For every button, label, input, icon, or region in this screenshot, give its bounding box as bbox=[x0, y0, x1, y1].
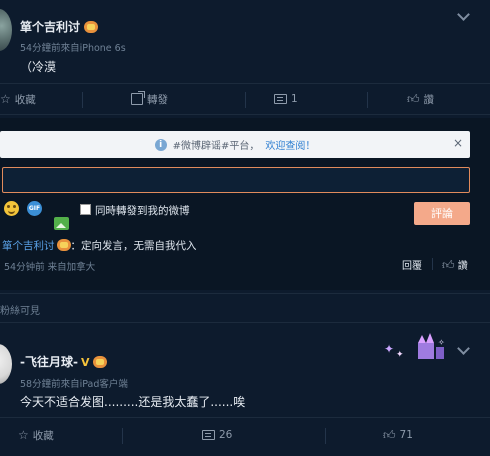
favorite-label: 收藏 bbox=[14, 93, 36, 106]
notice-text[interactable]: #微博辟谣#平台， bbox=[173, 137, 260, 152]
post-header: 箪个吉利讨 bbox=[20, 16, 99, 35]
favorite-label: 收藏 bbox=[32, 429, 54, 442]
username[interactable]: -飞往月球- bbox=[20, 355, 78, 369]
vip-crown-icon bbox=[93, 356, 108, 368]
comment-input[interactable] bbox=[2, 167, 470, 193]
comment-button[interactable]: 26 bbox=[202, 420, 232, 450]
chevron-down-icon[interactable] bbox=[457, 8, 470, 21]
divider bbox=[122, 428, 123, 444]
repost-checkbox[interactable] bbox=[80, 204, 91, 215]
star-icon: ☆ bbox=[0, 92, 11, 106]
comment-item: 箪个吉利讨 ：定向发言，无需自我代入 bbox=[2, 238, 197, 253]
comment-icon bbox=[274, 94, 287, 104]
gif-icon[interactable]: GIF bbox=[27, 201, 42, 216]
emoji-icon[interactable] bbox=[4, 201, 19, 216]
svg-text:✧: ✧ bbox=[438, 338, 445, 347]
like-count: 71 bbox=[399, 429, 413, 441]
comment-like-label: 讚 bbox=[457, 261, 468, 272]
comment-like-button[interactable]: 👍︎ 讚 bbox=[442, 257, 468, 272]
image-icon[interactable] bbox=[54, 217, 69, 230]
svg-text:✦: ✦ bbox=[384, 342, 394, 356]
thumbs-up-icon: 👍︎ bbox=[407, 92, 420, 106]
verified-badge-icon: V bbox=[80, 356, 90, 369]
favorite-button[interactable]: ☆ 收藏 bbox=[0, 84, 36, 114]
comment-count: 26 bbox=[219, 429, 233, 441]
reply-button[interactable]: 回覆 bbox=[402, 257, 422, 272]
notice-link[interactable]: 欢迎查阅！ bbox=[265, 137, 315, 152]
post-action-bar: ☆ 收藏 26 👍︎ 71 bbox=[0, 417, 490, 456]
divider bbox=[82, 92, 83, 108]
thumbs-up-icon: 👍︎ bbox=[383, 428, 396, 442]
vip-crown-icon bbox=[56, 239, 71, 251]
like-button[interactable]: 👍︎ 讚 bbox=[407, 84, 434, 114]
visibility-label: 粉絲可見 bbox=[0, 306, 40, 317]
submit-comment-button[interactable]: 評論 bbox=[414, 202, 470, 225]
avatar[interactable] bbox=[0, 9, 12, 51]
close-icon[interactable]: × bbox=[452, 136, 464, 150]
notice-banner: i #微博辟谣#平台， 欢迎查阅！ bbox=[0, 131, 470, 158]
comment-text: ：定向发言，无需自我代入 bbox=[70, 240, 197, 252]
comment-button[interactable]: 1 bbox=[274, 84, 298, 114]
repost-checkbox-label[interactable]: 同時轉發到我的微博 bbox=[95, 203, 190, 218]
comment-icon bbox=[202, 430, 215, 440]
divider bbox=[0, 322, 490, 323]
comment-username[interactable]: 箪个吉利讨 bbox=[2, 240, 55, 252]
like-button[interactable]: 👍︎ 71 bbox=[383, 420, 413, 450]
divider bbox=[245, 92, 246, 108]
post-meta: 58分鐘前來自iPad客户端 bbox=[20, 379, 128, 390]
like-label: 讚 bbox=[423, 93, 435, 106]
castle-decoration-icon: ✦ ✦ ✧ bbox=[384, 333, 445, 360]
thumbs-up-icon: 👍︎ bbox=[442, 258, 455, 272]
divider bbox=[0, 293, 490, 294]
favorite-button[interactable]: ☆ 收藏 bbox=[18, 420, 54, 450]
info-icon: i bbox=[154, 138, 167, 151]
star-icon: ☆ bbox=[18, 428, 29, 442]
post-header: -飞往月球- V bbox=[20, 351, 108, 370]
divider bbox=[432, 258, 433, 270]
post-text: （冷漠 bbox=[20, 60, 57, 74]
post-meta: 54分鐘前來自iPhone 6s bbox=[20, 43, 126, 54]
chevron-down-icon[interactable] bbox=[457, 342, 470, 355]
comment-count: 1 bbox=[291, 93, 298, 105]
vip-crown-icon bbox=[84, 21, 99, 33]
repost-button[interactable]: 轉發 bbox=[131, 84, 168, 114]
avatar[interactable] bbox=[0, 344, 12, 384]
post-text: 今天不适合发图.........还是我太蠢了......唉 bbox=[20, 395, 246, 409]
repost-label: 轉發 bbox=[147, 93, 168, 106]
post-action-bar: ☆ 收藏 轉發 1 👍︎ 讚 bbox=[0, 83, 490, 115]
share-icon bbox=[131, 91, 145, 105]
comment-meta: 54分钟前 来自加拿大 bbox=[4, 262, 96, 273]
username[interactable]: 箪个吉利讨 bbox=[20, 20, 80, 34]
svg-text:✦: ✦ bbox=[396, 350, 404, 360]
divider bbox=[325, 428, 326, 444]
divider bbox=[367, 92, 368, 108]
